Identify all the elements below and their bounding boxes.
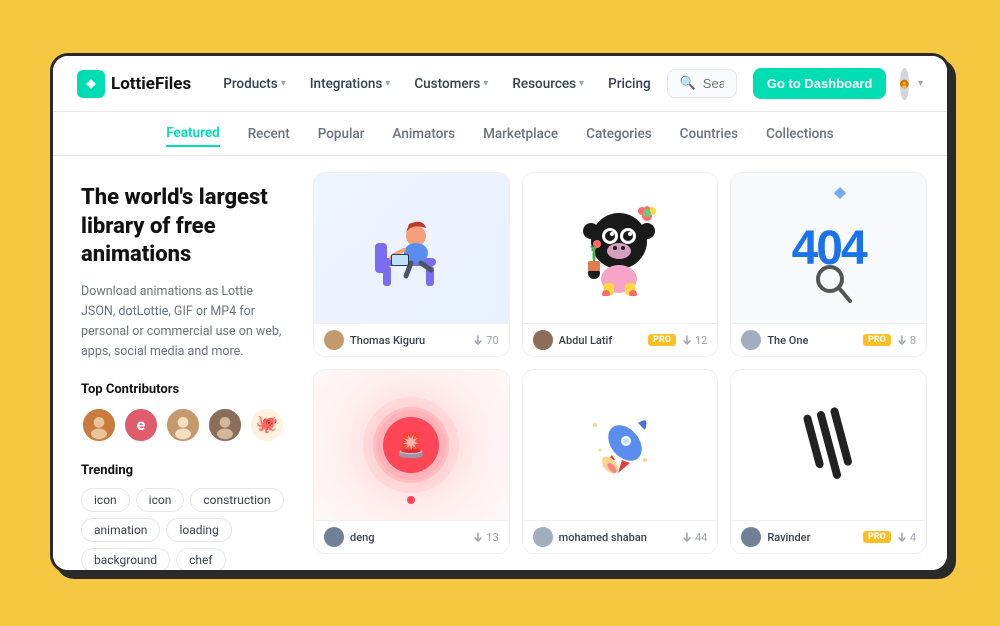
navbar: LottieFiles Products ▾ Integrations ▾ Cu…: [53, 56, 947, 112]
chevron-down-icon: ▾: [483, 78, 488, 89]
subnav-categories[interactable]: Categories: [586, 122, 652, 146]
subnav-recent[interactable]: Recent: [248, 122, 290, 146]
nav-customers[interactable]: Customers ▾: [404, 70, 498, 98]
animation-card-4[interactable]: 🚨 deng 13: [313, 369, 510, 554]
animation-preview-2: [523, 173, 718, 323]
author-avatar-2: [533, 330, 553, 350]
subnav-collections[interactable]: Collections: [766, 122, 834, 146]
sub-nav: Featured Recent Popular Animators Market…: [53, 112, 947, 156]
search-icon: 🔍: [680, 76, 696, 91]
download-count-3: 8: [897, 334, 916, 347]
card-5-footer: mohamed shaban 44: [523, 520, 718, 553]
card-4-footer: deng 13: [314, 520, 509, 553]
author-avatar-6: [741, 527, 761, 547]
card-1-footer: Thomas Kiguru 70: [314, 323, 509, 356]
screen-frame: LottieFiles Products ▾ Integrations ▾ Cu…: [50, 53, 950, 573]
card-6-footer: Ravinder PRO 4: [731, 520, 926, 553]
logo[interactable]: LottieFiles: [77, 70, 191, 98]
diagonal-lines: [802, 407, 855, 484]
animation-grid: Thomas Kiguru 70: [313, 172, 927, 554]
trending-label: Trending: [81, 463, 289, 478]
animation-preview-5: [523, 370, 718, 520]
nav-links: Products ▾ Integrations ▾ Customers ▾ Re…: [213, 70, 660, 98]
hero-title: The world's largest library of free anim…: [81, 184, 289, 270]
pro-badge-2: PRO: [648, 334, 676, 346]
download-count-5: 44: [682, 531, 707, 544]
contributor-avatar-5[interactable]: 🐙: [249, 407, 285, 443]
animation-card-1[interactable]: Thomas Kiguru 70: [313, 172, 510, 357]
tag-background[interactable]: background: [81, 548, 170, 570]
tag-construction[interactable]: construction: [190, 488, 283, 512]
download-count-2: 12: [682, 334, 707, 347]
nav-products[interactable]: Products ▾: [213, 70, 296, 98]
contributor-avatar-1[interactable]: [81, 407, 117, 443]
chevron-down-icon: ▾: [385, 78, 390, 89]
animations-grid-panel: Thomas Kiguru 70: [313, 156, 947, 570]
contributors-avatars: e 🐙: [81, 407, 289, 443]
author-name-3: The One: [767, 334, 857, 347]
hero-description: Download animations as Lottie JSON, dotL…: [81, 282, 289, 362]
author-name-4: deng: [350, 531, 467, 544]
animation-preview-6: [731, 370, 926, 520]
search-input[interactable]: [703, 76, 724, 91]
tag-chef[interactable]: chef: [176, 548, 225, 570]
author-avatar-4: [324, 527, 344, 547]
logo-text: LottieFiles: [111, 74, 191, 94]
pro-badge-6: PRO: [863, 531, 891, 543]
author-avatar-5: [533, 527, 553, 547]
author-avatar-1: [324, 330, 344, 350]
download-count-4: 13: [473, 531, 498, 544]
download-count-1: 70: [473, 334, 498, 347]
top-contributors-label: Top Contributors: [81, 382, 289, 397]
animation-card-3[interactable]: 404: [730, 172, 927, 357]
chevron-down-icon: ▾: [281, 78, 286, 89]
animation-preview-3: 404: [731, 173, 926, 323]
contributor-avatar-3[interactable]: [165, 407, 201, 443]
tag-animation[interactable]: animation: [81, 518, 160, 542]
author-name-2: Abdul Latif: [559, 334, 643, 347]
search-box[interactable]: 🔍: [667, 69, 737, 98]
animation-card-2[interactable]: Abdul Latif PRO 12: [522, 172, 719, 357]
main-content: The world's largest library of free anim…: [53, 156, 947, 570]
card-2-footer: Abdul Latif PRO 12: [523, 323, 718, 356]
download-count-6: 4: [897, 531, 916, 544]
contributor-avatar-4[interactable]: [207, 407, 243, 443]
tag-icon-2[interactable]: icon: [136, 488, 185, 512]
trending-tags: icon icon construction animation loading…: [81, 488, 289, 570]
nav-integrations[interactable]: Integrations ▾: [300, 70, 401, 98]
dashboard-button[interactable]: Go to Dashboard: [753, 68, 886, 99]
pro-badge-3: PRO: [863, 334, 891, 346]
animation-card-5[interactable]: mohamed shaban 44: [522, 369, 719, 554]
card-3-footer: The One PRO 8: [731, 323, 926, 356]
animation-preview-1: [314, 173, 509, 323]
chevron-down-icon: ▾: [579, 78, 584, 89]
avatar-chevron-icon: ▾: [918, 78, 923, 89]
author-name-5: mohamed shaban: [559, 531, 676, 544]
nav-pricing[interactable]: Pricing: [598, 70, 660, 98]
subnav-marketplace[interactable]: Marketplace: [483, 122, 558, 146]
tag-icon-1[interactable]: icon: [81, 488, 130, 512]
subnav-featured[interactable]: Featured: [166, 121, 219, 147]
author-name-1: Thomas Kiguru: [350, 334, 467, 347]
animation-card-6[interactable]: Ravinder PRO 4: [730, 369, 927, 554]
logo-icon: [77, 70, 105, 98]
tag-loading[interactable]: loading: [166, 518, 231, 542]
nav-resources[interactable]: Resources ▾: [502, 70, 594, 98]
subnav-countries[interactable]: Countries: [680, 122, 738, 146]
avatar[interactable]: [900, 68, 909, 100]
animation-preview-4: 🚨: [314, 370, 509, 520]
subnav-popular[interactable]: Popular: [318, 122, 365, 146]
left-panel: The world's largest library of free anim…: [53, 156, 313, 570]
author-name-6: Ravinder: [767, 531, 857, 544]
subnav-animators[interactable]: Animators: [393, 122, 456, 146]
contributor-avatar-2[interactable]: e: [123, 407, 159, 443]
author-avatar-3: [741, 330, 761, 350]
